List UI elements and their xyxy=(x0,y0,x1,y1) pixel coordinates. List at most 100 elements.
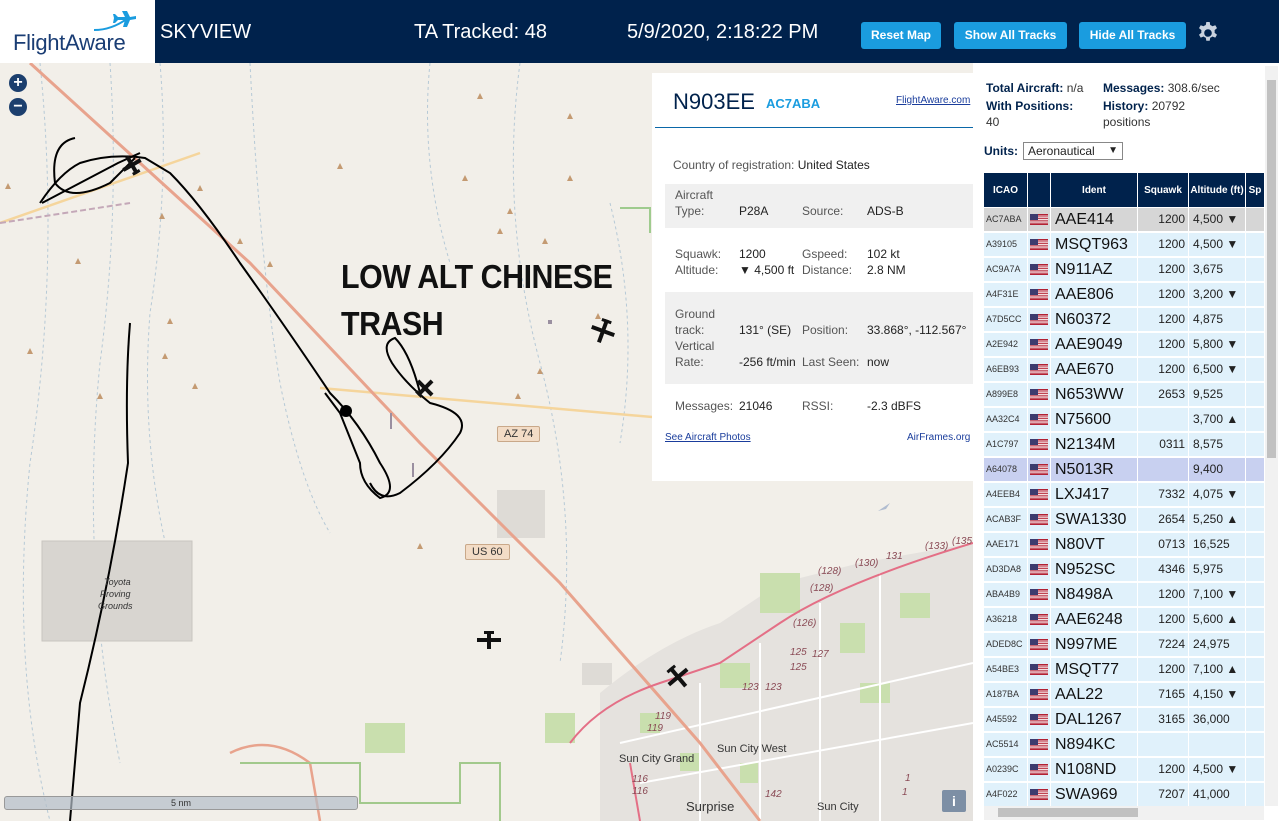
row-speed xyxy=(1246,258,1264,281)
flightaware-logo[interactable]: FlightAware xyxy=(0,0,155,63)
row-flag xyxy=(1028,658,1050,681)
map-scale-bar: 5 nm xyxy=(4,796,358,810)
row-altitude: 3,675 xyxy=(1189,258,1245,281)
row-squawk: 3165 xyxy=(1138,708,1188,731)
table-row[interactable]: A0239C N108ND 1200 4,500 ▼ xyxy=(984,757,1264,782)
gear-icon[interactable] xyxy=(1196,21,1220,45)
table-row[interactable]: A1C797 N2134M 0311 8,575 xyxy=(984,432,1264,457)
us-flag-icon xyxy=(1030,514,1048,525)
row-flag xyxy=(1028,408,1050,431)
column-icao[interactable]: ICAO xyxy=(984,173,1027,207)
column-ident[interactable]: Ident xyxy=(1051,173,1137,207)
row-squawk: 1200 xyxy=(1138,658,1188,681)
table-row[interactable]: ACAB3F SWA1330 2654 5,250 ▲ xyxy=(984,507,1264,532)
column-altitude[interactable]: Altitude (ft) xyxy=(1189,173,1245,207)
row-speed xyxy=(1246,458,1264,481)
row-speed xyxy=(1246,283,1264,306)
row-icao: AC7ABA xyxy=(984,208,1027,231)
table-row[interactable]: A187BA AAL22 7165 4,150 ▼ xyxy=(984,682,1264,707)
route-number: 142 xyxy=(765,789,782,800)
table-row[interactable]: A4EEB4 LXJ417 7332 4,075 ▼ xyxy=(984,482,1264,507)
row-icao: A7D5CC xyxy=(984,308,1027,331)
column-squawk[interactable]: Squawk xyxy=(1138,173,1188,207)
selected-icao: AC7ABA xyxy=(766,96,821,111)
source-value: ADS-B xyxy=(867,204,904,218)
annotation-line-2: TRASH xyxy=(341,305,444,342)
us-flag-icon xyxy=(1030,764,1048,775)
row-altitude: 3,700 ▲ xyxy=(1189,408,1245,431)
selected-callsign: N903EE xyxy=(673,89,755,114)
table-row[interactable]: AC5514 N894KC xyxy=(984,732,1264,757)
route-number: 1 xyxy=(905,773,911,784)
row-ident: AAE806 xyxy=(1051,283,1137,306)
row-squawk: 7207 xyxy=(1138,783,1188,806)
table-row[interactable]: A36218 AAE6248 1200 5,600 ▲ xyxy=(984,607,1264,632)
row-icao: ADED8C xyxy=(984,633,1027,656)
row-ident: N894KC xyxy=(1051,733,1137,756)
route-number: 116 xyxy=(632,786,648,797)
table-row[interactable]: ADED8C N997ME 7224 24,975 xyxy=(984,632,1264,657)
aircraft-table-header: ICAO Ident Squawk Altitude (ft) Sp xyxy=(984,173,1274,207)
zoom-out-button[interactable]: − xyxy=(9,98,27,116)
us-flag-icon xyxy=(1030,789,1048,800)
column-speed[interactable]: Sp xyxy=(1246,173,1264,207)
map-info-button[interactable]: i xyxy=(942,790,966,812)
show-all-tracks-button[interactable]: Show All Tracks xyxy=(954,22,1067,49)
us-flag-icon xyxy=(1030,214,1048,225)
table-row[interactable]: A6EB93 AAE670 1200 6,500 ▼ xyxy=(984,357,1264,382)
row-flag xyxy=(1028,283,1050,306)
us-flag-icon xyxy=(1030,289,1048,300)
row-flag xyxy=(1028,458,1050,481)
map-annotation: LOW ALT CHINESE TRASH xyxy=(341,253,613,347)
distance-label: Distance: xyxy=(802,263,853,277)
table-row[interactable]: A54BE3 MSQT77 1200 7,100 ▲ xyxy=(984,657,1264,682)
flightaware-link[interactable]: FlightAware.com xyxy=(896,95,970,106)
table-row[interactable]: A4F022 SWA969 7207 41,000 xyxy=(984,782,1264,807)
selected-aircraft-panel: N903EE AC7ABA FlightAware.com Country of… xyxy=(652,73,974,481)
table-row[interactable]: A45592 DAL1267 3165 36,000 xyxy=(984,707,1264,732)
logo-text: FlightAware xyxy=(13,30,126,55)
table-row[interactable]: ABA4B9 N8498A 1200 7,100 ▼ xyxy=(984,582,1264,607)
column-flag[interactable] xyxy=(1028,173,1050,207)
zoom-in-button[interactable]: + xyxy=(9,74,27,92)
table-row[interactable]: AC9A7A N911AZ 1200 3,675 xyxy=(984,257,1264,282)
row-squawk xyxy=(1138,458,1188,481)
row-flag xyxy=(1028,708,1050,731)
table-row[interactable]: A7D5CC N60372 1200 4,875 xyxy=(984,307,1264,332)
row-icao: ACAB3F xyxy=(984,508,1027,531)
table-horizontal-scroll-thumb[interactable] xyxy=(998,808,1138,817)
table-row[interactable]: AA32C4 N75600 3,700 ▲ xyxy=(984,407,1264,432)
table-row[interactable]: A39105 MSQT963 1200 4,500 ▼ xyxy=(984,232,1264,257)
row-squawk: 1200 xyxy=(1138,333,1188,356)
table-row[interactable]: AC7ABA AAE414 1200 4,500 ▼ xyxy=(984,207,1264,232)
table-row[interactable]: A4F31E AAE806 1200 3,200 ▼ xyxy=(984,282,1264,307)
sidebar-scroll-thumb[interactable] xyxy=(1267,80,1276,458)
row-ident: N80VT xyxy=(1051,533,1137,556)
row-flag xyxy=(1028,258,1050,281)
table-row[interactable]: AD3DA8 N952SC 4346 5,975 xyxy=(984,557,1264,582)
airframes-link[interactable]: AirFrames.org xyxy=(907,432,970,443)
row-ident: N8498A xyxy=(1051,583,1137,606)
aircraft-photos-link[interactable]: See Aircraft Photos xyxy=(665,432,751,443)
reset-map-button[interactable]: Reset Map xyxy=(861,22,941,49)
row-icao: ABA4B9 xyxy=(984,583,1027,606)
table-row[interactable]: A64078 N5013R 9,400 xyxy=(984,457,1264,482)
route-number: (128) xyxy=(810,583,834,594)
row-speed xyxy=(1246,708,1264,731)
row-altitude: 4,500 ▼ xyxy=(1189,233,1245,256)
table-row[interactable]: A899E8 N653WW 2653 9,525 xyxy=(984,382,1264,407)
table-row[interactable]: A2E942 AAE9049 1200 5,800 ▼ xyxy=(984,332,1264,357)
rssi-label: RSSI: xyxy=(802,399,834,413)
row-squawk: 2653 xyxy=(1138,383,1188,406)
row-ident: SWA1330 xyxy=(1051,508,1137,531)
hide-all-tracks-button[interactable]: Hide All Tracks xyxy=(1079,22,1186,49)
distance-value: 2.8 NM xyxy=(867,263,906,277)
row-altitude: 5,600 ▲ xyxy=(1189,608,1245,631)
row-icao: A39105 xyxy=(984,233,1027,256)
row-squawk: 0311 xyxy=(1138,433,1188,456)
row-flag xyxy=(1028,758,1050,781)
table-row[interactable]: AAE171 N80VT 0713 16,525 xyxy=(984,532,1264,557)
us-flag-icon xyxy=(1030,239,1048,250)
row-ident: N997ME xyxy=(1051,633,1137,656)
units-select[interactable]: Aeronautical ▼ xyxy=(1023,142,1123,160)
